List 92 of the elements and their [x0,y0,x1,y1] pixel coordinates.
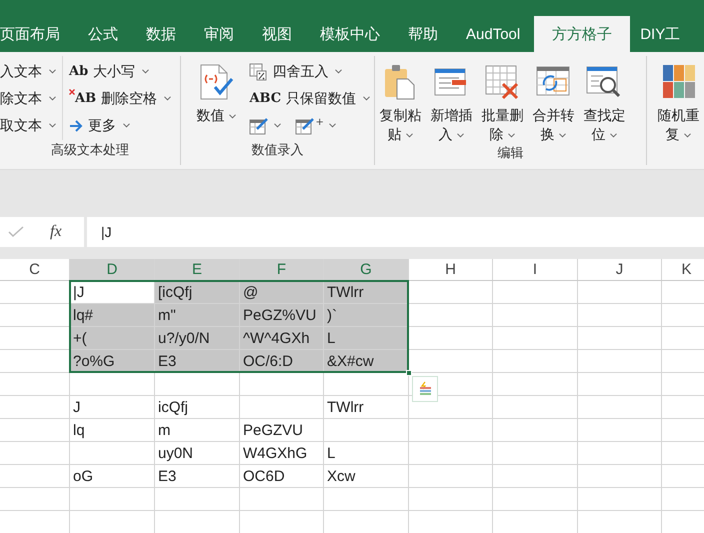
table-cell: L [324,442,409,465]
formula-input[interactable]: |J [87,217,704,247]
ribbon-button[interactable] [249,116,282,134]
table-cell: u?/y0/N [155,327,240,350]
caret-icon [142,69,150,74]
ribbon-button[interactable]: Ab 大小写 [69,62,150,80]
table-cell: ?o%G [70,350,155,373]
table-cell: m" [155,304,240,327]
ribbon-button[interactable]: 新增插入 [426,56,477,144]
caret-icon [229,114,236,119]
ribbon-button[interactable]: AB 删除空格 [69,90,172,108]
group-label: 编辑 [496,144,524,162]
table-cell: m [155,419,240,442]
column-header[interactable]: K [662,259,704,280]
column-header[interactable]: I [493,259,578,280]
table-cell: J [70,396,155,419]
ribbon-button[interactable]: 查找定位 [578,56,630,144]
arrow-right-icon [69,120,83,132]
caret-icon [559,132,566,138]
table-cell: ^W^4GXh [240,327,324,350]
ribbon-tab[interactable]: 审阅 [190,16,248,52]
ribbon-button[interactable]: 数值 [191,56,242,125]
x-mark-icon [69,89,75,95]
ribbon-button[interactable]: 除文本 [0,90,56,108]
table-cell: +( [70,327,155,350]
caret-icon [363,96,370,101]
table-cell: L [324,327,409,350]
caret-icon [49,96,56,101]
table-cell: Xcw [324,465,409,488]
column-header[interactable]: H [409,259,493,280]
table-cell: lq [70,419,155,442]
ribbon-button[interactable]: 复制粘贴 [374,56,426,144]
table-cell: lq# [70,304,155,327]
ribbon-tab[interactable]: 帮助 [394,16,452,52]
caret-icon [335,69,342,74]
ribbon-button[interactable]: 随机重复 [653,56,704,144]
caret-icon [164,96,172,101]
table-cell: OC6D [240,465,324,488]
table-edit-icon [295,116,316,134]
ribbon-button[interactable]: 四舍五入 [249,62,342,80]
check-icon[interactable] [8,226,24,238]
table-edit-icon [249,116,270,134]
table-cell: TWlrr [324,281,409,304]
ribbon-tab[interactable]: AudTool [452,16,534,52]
table-cell: icQfj [155,396,240,419]
fill-handle[interactable] [406,370,412,376]
table-cell: W4GXhG [240,442,324,465]
ribbon-button[interactable]: 合并转换 [528,56,579,144]
table-cell: [icQfj [155,281,240,304]
column-header[interactable]: J [578,259,662,280]
table-cell: uy0N [155,442,240,465]
caret-icon [328,123,336,128]
table-cell: @ [240,281,324,304]
insert-function-button[interactable]: fx [50,223,62,241]
caret-icon [457,132,464,138]
column-header[interactable]: F [240,259,324,280]
ribbon-tab[interactable]: DIY工 [630,16,680,52]
table-cell: E3 [155,350,240,373]
table-cell: PeGZ%VU [240,304,324,327]
table-cell: OC/6:D [240,350,324,373]
ribbon-tab[interactable]: 方方格子 [534,16,630,52]
ribbon-button[interactable]: 入文本 [0,62,56,80]
ribbon-tab[interactable]: 页面布局 [0,16,74,52]
ribbon-tab[interactable]: 公式 [74,16,132,52]
table-cell: oG [70,465,155,488]
ribbon-button[interactable]: 批量删除 [476,56,528,144]
percent-grid-icon [249,62,268,80]
ribbon-button[interactable]: + [295,116,336,134]
caret-icon [49,123,56,128]
ribbon-tab[interactable]: 视图 [248,16,306,52]
caret-icon [49,69,56,74]
caret-icon [123,123,130,128]
table-cell: E3 [155,465,240,488]
caret-icon [406,132,414,138]
group-label: 高级文本处理 [50,141,130,159]
ribbon-tab[interactable]: 模板中心 [306,16,394,52]
quick-analysis-icon[interactable] [412,376,438,402]
column-header[interactable]: E [155,259,240,280]
column-header[interactable]: D [70,259,155,280]
column-header[interactable]: G [324,259,409,280]
table-cell: TWlrr [324,396,409,419]
caret-icon [508,132,516,138]
ribbon-button[interactable]: 取文本 [0,116,56,134]
table-cell: PeGZVU [240,419,324,442]
ribbon-button[interactable]: ABC 只保留数值 [249,90,370,108]
caret-icon [684,132,692,138]
caret-icon [610,132,618,138]
group-label: 数值录入 [250,141,305,159]
table-cell: )` [324,304,409,327]
caret-icon [274,123,282,128]
ribbon-button[interactable]: 更多 [69,116,130,134]
ribbon-tab[interactable]: 数据 [132,16,190,52]
